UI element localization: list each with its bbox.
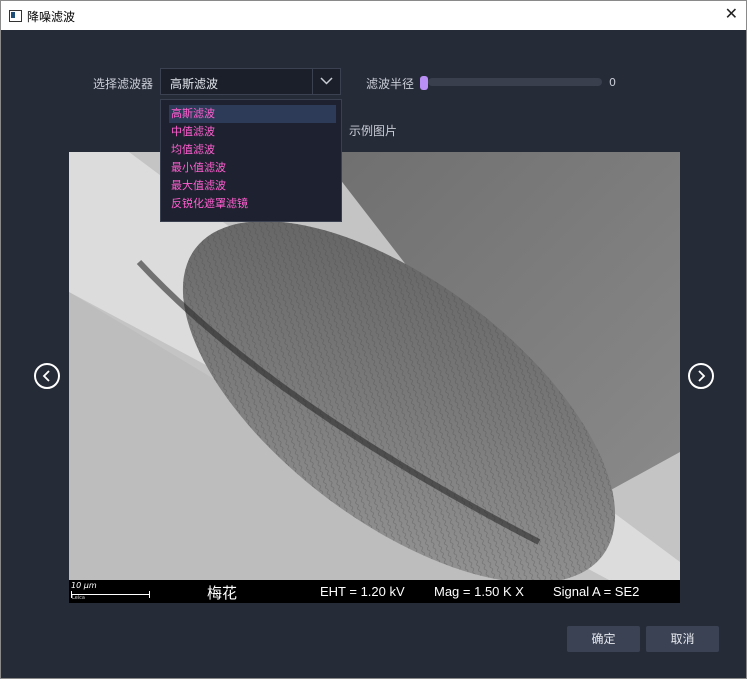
radius-slider-handle[interactable] — [420, 76, 428, 90]
filter-option[interactable]: 反锐化遮罩滤镜 — [171, 195, 248, 213]
scale-bar-label: 10 μm — [71, 581, 97, 590]
filter-option[interactable]: 均值滤波 — [171, 141, 215, 159]
magnification-readout: Mag = 1.50 K X — [434, 584, 524, 599]
instrument-logo: Leica — [72, 595, 85, 601]
close-icon[interactable]: ✕ — [725, 5, 738, 23]
ok-button[interactable]: 确定 — [567, 626, 640, 652]
filter-option[interactable]: 中值滤波 — [171, 123, 215, 141]
filter-option[interactable]: 最大值滤波 — [171, 177, 226, 195]
title-bar: 降噪滤波 ✕ — [1, 1, 746, 30]
filter-label: 选择滤波器 — [93, 77, 154, 91]
chevron-right-icon — [698, 370, 706, 382]
preview-caption: 示例图片 — [349, 124, 398, 138]
sem-info-bar: 10 μm Leica 梅花 EHT = 1.20 kV Mag = 1.50 … — [69, 580, 680, 603]
eht-readout: EHT = 1.20 kV — [320, 584, 405, 599]
filter-select-value: 高斯滤波 — [170, 77, 219, 91]
filter-select[interactable]: 高斯滤波 — [160, 68, 341, 95]
prev-image-button[interactable] — [34, 363, 60, 389]
filter-option[interactable]: 最小值滤波 — [171, 159, 226, 177]
chevron-down-icon — [320, 77, 333, 85]
filter-option[interactable]: 高斯滤波 — [169, 105, 336, 123]
filter-dropdown-list: 高斯滤波 中值滤波 均值滤波 最小值滤波 最大值滤波 反锐化遮罩滤镜 — [160, 99, 342, 222]
window-title: 降噪滤波 — [27, 10, 76, 24]
filter-dropdown-button[interactable] — [312, 69, 340, 94]
next-image-button[interactable] — [688, 363, 714, 389]
radius-label: 滤波半径 — [366, 77, 415, 91]
dialog-window: 降噪滤波 ✕ 选择滤波器 高斯滤波 滤波半径 0 示例图片 10 μm Leic… — [0, 0, 747, 679]
cancel-button[interactable]: 取消 — [646, 626, 719, 652]
chevron-left-icon — [42, 370, 50, 382]
sample-name: 梅花 — [207, 585, 238, 602]
signal-readout: Signal A = SE2 — [553, 584, 640, 599]
radius-slider[interactable] — [428, 78, 602, 86]
radius-value: 0 — [609, 76, 616, 89]
app-icon — [9, 10, 22, 22]
